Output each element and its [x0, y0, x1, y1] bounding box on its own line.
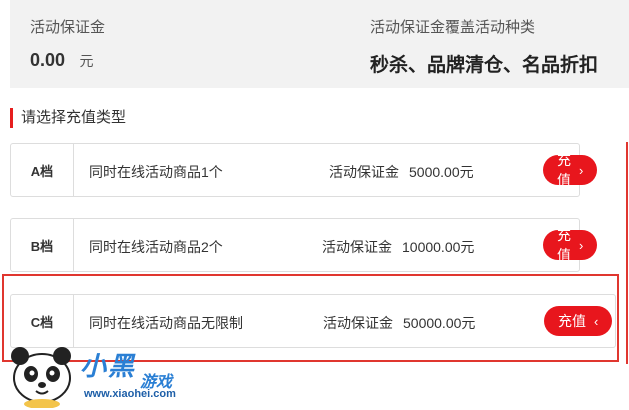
coverage-label: 活动保证金覆盖活动种类	[370, 19, 536, 36]
plan-deposit-value: 10000.00元	[402, 239, 475, 255]
deposit-amount-value: 0.00	[30, 50, 66, 70]
section-title: 请选择充值类型	[10, 108, 126, 128]
plan-row-b: B档 同时在线活动商品2个 活动保证金 10000.00元 充值 ›	[10, 218, 598, 272]
plan-description: 同时在线活动商品1个	[89, 164, 223, 180]
deposit-amount: 0.00 元	[30, 50, 94, 71]
chevron-right-icon: ›	[579, 162, 584, 178]
deposit-amount-unit: 元	[79, 53, 94, 69]
deposit-summary-panel: 活动保证金 活动保证金覆盖活动种类 0.00 元 秒杀、品牌清仓、名品折扣	[10, 0, 629, 88]
panda-mascot-icon	[11, 347, 71, 408]
chevron-right-icon: ›	[579, 237, 584, 253]
recharge-button-label: 充值	[557, 152, 571, 188]
recharge-button-label: 充值	[557, 227, 571, 263]
watermark-url: www.xiaohei.com	[84, 388, 176, 400]
plan-deposit-label: 活动保证金	[322, 239, 392, 255]
coverage-types: 秒杀、品牌清仓、名品折扣	[370, 55, 599, 76]
plan-deposit-value: 5000.00元	[409, 164, 474, 180]
tier-label: A档	[11, 144, 74, 196]
watermark-name: 小黑	[80, 351, 137, 381]
plan-deposit: 活动保证金 10000.00元	[322, 237, 474, 257]
plan-deposit-label: 活动保证金	[329, 164, 399, 180]
plan-row-a: A档 同时在线活动商品1个 活动保证金 5000.00元 充值 ›	[10, 143, 598, 197]
plan-deposit: 活动保证金 5000.00元	[329, 162, 474, 182]
highlight-line	[626, 142, 628, 364]
plan-description: 同时在线活动商品2个	[89, 239, 223, 255]
tier-label: B档	[11, 219, 74, 271]
watermark-logo: 小黑 游戏 www.xiaohei.com	[6, 338, 206, 408]
deposit-label: 活动保证金	[30, 19, 106, 36]
recharge-button-a[interactable]: 充值 ›	[543, 152, 598, 188]
recharge-button-b[interactable]: 充值 ›	[543, 227, 598, 263]
